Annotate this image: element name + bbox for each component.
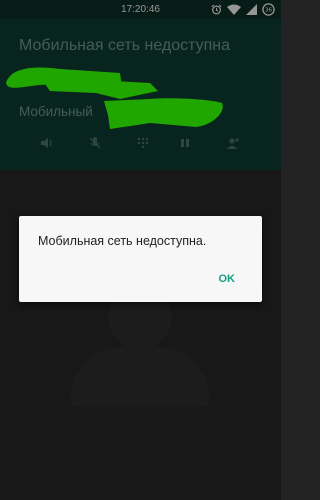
ok-button[interactable]: OK [219,273,236,285]
alert-dialog: Мобильная сеть недоступна. OK [19,216,262,302]
dialog-message: Мобильная сеть недоступна. [38,234,207,248]
